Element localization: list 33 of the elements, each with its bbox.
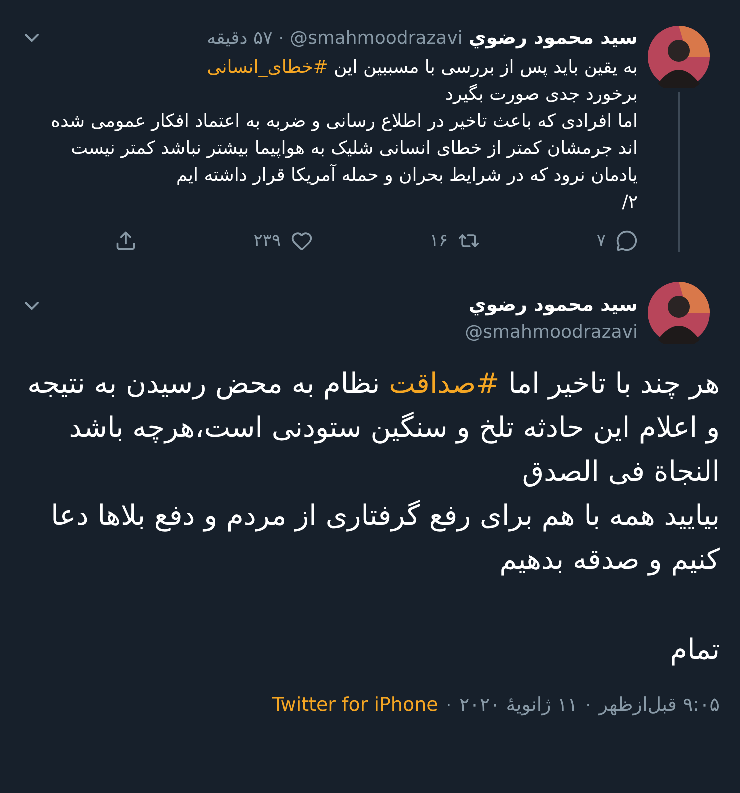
tweet-text: برخورد جدی صورت بگیرد: [444, 83, 638, 107]
tweet-text: اما افرادی که باعث تاخیر در اطلاع رسانی و ضربه به اعتماد افکار عمومی شده اند جرمشان کمتر از خطای انسانی شلیک به هواپیما بیشتر نباشد کمتر نیست: [50, 110, 638, 161]
share-icon: [115, 230, 138, 252]
tweet-text: بیایید همه با هم برای رفع گرفتاری از مردم و دفع بلاها دعا کنیم و صدقه بدهیم: [50, 498, 720, 578]
separator-dot: ·: [446, 696, 452, 715]
tweet-text: هر چند با تاخیر اما #صداقت نظام به محض رسیدن به نتیجه و اعلام این حادثه تلخ و سنگین ستودنی است،هرچه باشد النجاة فی الصدق: [26, 366, 720, 490]
source-link[interactable]: Twitter for iPhone: [272, 694, 438, 716]
like-action[interactable]: ۲۳۹: [254, 230, 314, 252]
tweet-text: تمام: [669, 632, 720, 668]
hashtag-link[interactable]: #صداقت: [389, 367, 500, 400]
tweet-text: یادمان نرود که در شرایط بحران و حمله آمریکا قرار داشته ایم: [175, 163, 638, 188]
hashtag-link[interactable]: #خطای_انسانی: [207, 57, 328, 78]
retweet-action[interactable]: ۱۶: [430, 230, 480, 252]
avatar[interactable]: [648, 26, 710, 88]
tweet-time: ۵۷ دقیقه: [206, 28, 273, 48]
speech-bubble-icon: [616, 230, 638, 252]
tweet-time: ۹:۰۵ قبل‌ازظهر: [598, 694, 720, 716]
share-action[interactable]: [115, 230, 138, 252]
author-name[interactable]: سيد محمود رضوي: [465, 294, 638, 316]
author-handle: @smahmoodrazavi: [465, 322, 638, 343]
heart-icon: [291, 230, 314, 252]
author-name[interactable]: سيد محمود رضوي: [468, 27, 638, 49]
action-count: ۱۶: [430, 231, 448, 251]
avatar[interactable]: [648, 282, 710, 344]
reply-action[interactable]: ۷: [596, 230, 638, 252]
action-count: ۲۳۹: [254, 231, 282, 251]
tweet-text: به یقین باید پس از بررسی با مسببین این #خطای_انسانی: [206, 56, 638, 80]
separator-dot: ·: [586, 696, 591, 715]
author-handle: @smahmoodrazavi: [290, 28, 463, 48]
separator-dot: ·: [278, 28, 284, 48]
tweet-date: ۱۱ ژانویهٔ ۲۰۲۰: [459, 694, 578, 716]
action-count: ۷: [596, 231, 606, 251]
tweet-text: ۲/: [621, 191, 638, 215]
